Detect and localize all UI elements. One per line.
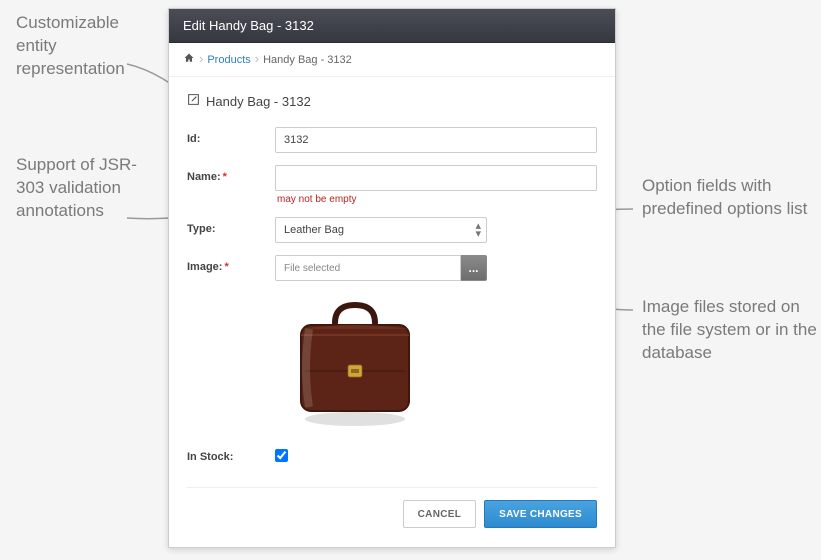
type-label: Type: [187,217,275,235]
home-icon[interactable] [183,52,195,67]
form-actions: CANCEL SAVE CHANGES [187,487,597,528]
briefcase-icon [275,291,435,431]
annotation-option-fields: Option fields with predefined options li… [642,175,817,221]
breadcrumb-products-link[interactable]: Products [207,54,250,66]
image-preview [275,291,435,431]
annotation-validation: Support of JSR-303 validation annotation… [16,154,156,223]
name-error: may not be empty [277,194,597,205]
type-select[interactable]: Leather Bag ▴▾ [275,217,487,243]
form-row-name: Name:* may not be empty [187,159,597,211]
form-row-instock: In Stock: [187,439,597,473]
instock-label: In Stock: [187,445,275,463]
annotation-image-storage: Image files stored on the file system or… [642,296,817,365]
image-browse-button[interactable]: ... [461,255,487,281]
image-file-status: File selected [275,255,461,281]
breadcrumb-sep-icon: › [199,51,203,66]
breadcrumb-sep-icon: › [255,51,259,66]
panel-title: Edit Handy Bag - 3132 [169,9,615,43]
section-title: Handy Bag - 3132 [187,87,597,121]
form-row-id: Id: [187,121,597,159]
breadcrumb: › Products › Handy Bag - 3132 [169,43,615,77]
form-row-image: Image:* File selected ... [187,249,597,431]
edit-icon [187,93,200,109]
form-row-type: Type: Leather Bag ▴▾ [187,211,597,249]
instock-checkbox[interactable] [275,449,288,462]
image-label: Image:* [187,255,275,273]
name-label: Name:* [187,165,275,183]
annotation-entity-repr: Customizable entity representation [16,12,156,81]
name-input[interactable] [275,165,597,191]
cancel-button[interactable]: CANCEL [403,500,476,528]
id-input[interactable] [275,127,597,153]
form-content: Handy Bag - 3132 Id: Name:* may not be e… [169,77,615,542]
id-label: Id: [187,127,275,145]
section-title-text: Handy Bag - 3132 [206,94,311,109]
chevron-updown-icon: ▴▾ [475,222,480,238]
breadcrumb-current: Handy Bag - 3132 [263,54,352,66]
type-selected-value: Leather Bag [284,224,344,236]
save-button[interactable]: SAVE CHANGES [484,500,597,528]
edit-panel: Edit Handy Bag - 3132 › Products › Handy… [168,8,616,548]
